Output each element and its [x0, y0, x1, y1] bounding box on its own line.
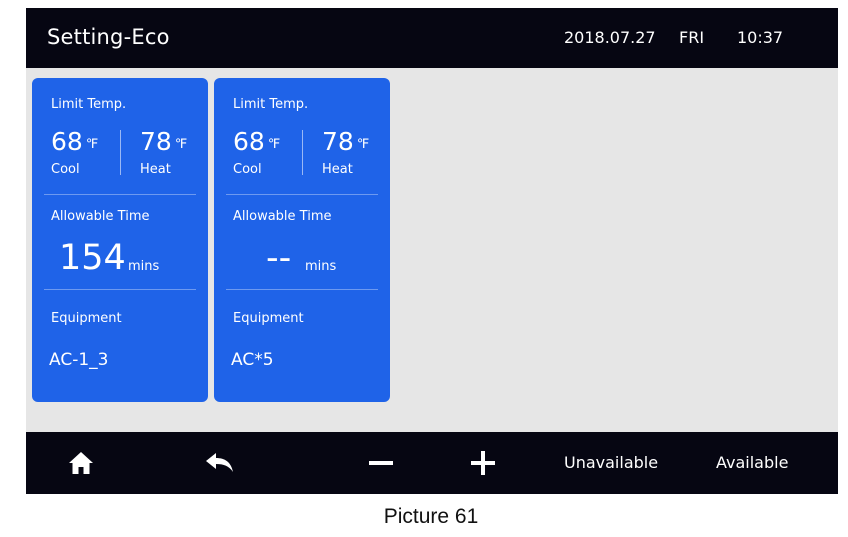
section-divider [226, 289, 378, 290]
weekday-display: FRI [679, 28, 705, 47]
footer-toolbar: Unavailable Available [26, 432, 838, 494]
allowable-time-value: -- [266, 238, 292, 278]
heat-temp-unit: ℉ [356, 137, 370, 152]
unavailable-button[interactable]: Unavailable [564, 453, 658, 472]
back-arrow-icon [206, 453, 233, 472]
cool-label: Cool [51, 162, 80, 177]
increase-button[interactable] [468, 432, 498, 494]
cool-temp-value: 68 ℉ [51, 128, 98, 159]
temp-divider [302, 130, 303, 175]
cool-label: Cool [233, 162, 262, 177]
date-display: 2018.07.27 [564, 28, 656, 47]
allowable-time-unit: mins [305, 259, 337, 274]
temp-divider [120, 130, 121, 175]
page-title: Setting-Eco [47, 25, 170, 49]
section-divider [44, 194, 196, 195]
clock-display: 10:37 [737, 28, 784, 47]
plus-icon [471, 451, 495, 475]
figure-caption: Picture 61 [383, 505, 479, 528]
equipment-value: AC-1_3 [49, 350, 109, 370]
header-bar: Setting-Eco 2018.07.27 FRI 10:37 [26, 8, 838, 68]
heat-temp-unit: ℉ [174, 137, 188, 152]
cool-temp-number: 68 [51, 127, 83, 156]
cool-temp-unit: ℉ [267, 137, 281, 152]
heat-temp-number: 78 [322, 127, 354, 156]
allowable-time-label: Allowable Time [233, 209, 332, 224]
equipment-label: Equipment [233, 311, 304, 326]
back-button[interactable] [202, 432, 238, 494]
heat-label: Heat [322, 162, 353, 177]
available-button[interactable]: Available [716, 453, 788, 472]
decrease-button[interactable] [366, 432, 396, 494]
equipment-label: Equipment [51, 311, 122, 326]
limit-temp-label: Limit Temp. [51, 97, 127, 112]
minus-icon [369, 461, 393, 465]
allowable-time-label: Allowable Time [51, 209, 150, 224]
allowable-time-value: 154 [59, 238, 126, 278]
heat-temp-value: 78 ℉ [140, 128, 187, 159]
home-icon [69, 452, 93, 474]
section-divider [226, 194, 378, 195]
heat-label: Heat [140, 162, 171, 177]
limit-temp-label: Limit Temp. [233, 97, 309, 112]
home-button[interactable] [66, 432, 96, 494]
cool-temp-unit: ℉ [85, 137, 99, 152]
eco-card[interactable]: Limit Temp. 68 ℉ Cool 78 ℉ Heat Allowable … [32, 78, 208, 402]
section-divider [44, 289, 196, 290]
heat-temp-number: 78 [140, 127, 172, 156]
heat-temp-value: 78 ℉ [322, 128, 369, 159]
allowable-time-unit: mins [128, 259, 160, 274]
equipment-value: AC*5 [231, 350, 274, 370]
cool-temp-value: 68 ℉ [233, 128, 280, 159]
cool-temp-number: 68 [233, 127, 265, 156]
eco-card[interactable]: Limit Temp. 68 ℉ Cool 78 ℉ Heat Allowable … [214, 78, 390, 402]
eco-settings-screen: Setting-Eco 2018.07.27 FRI 10:37 Limit T… [26, 8, 838, 494]
